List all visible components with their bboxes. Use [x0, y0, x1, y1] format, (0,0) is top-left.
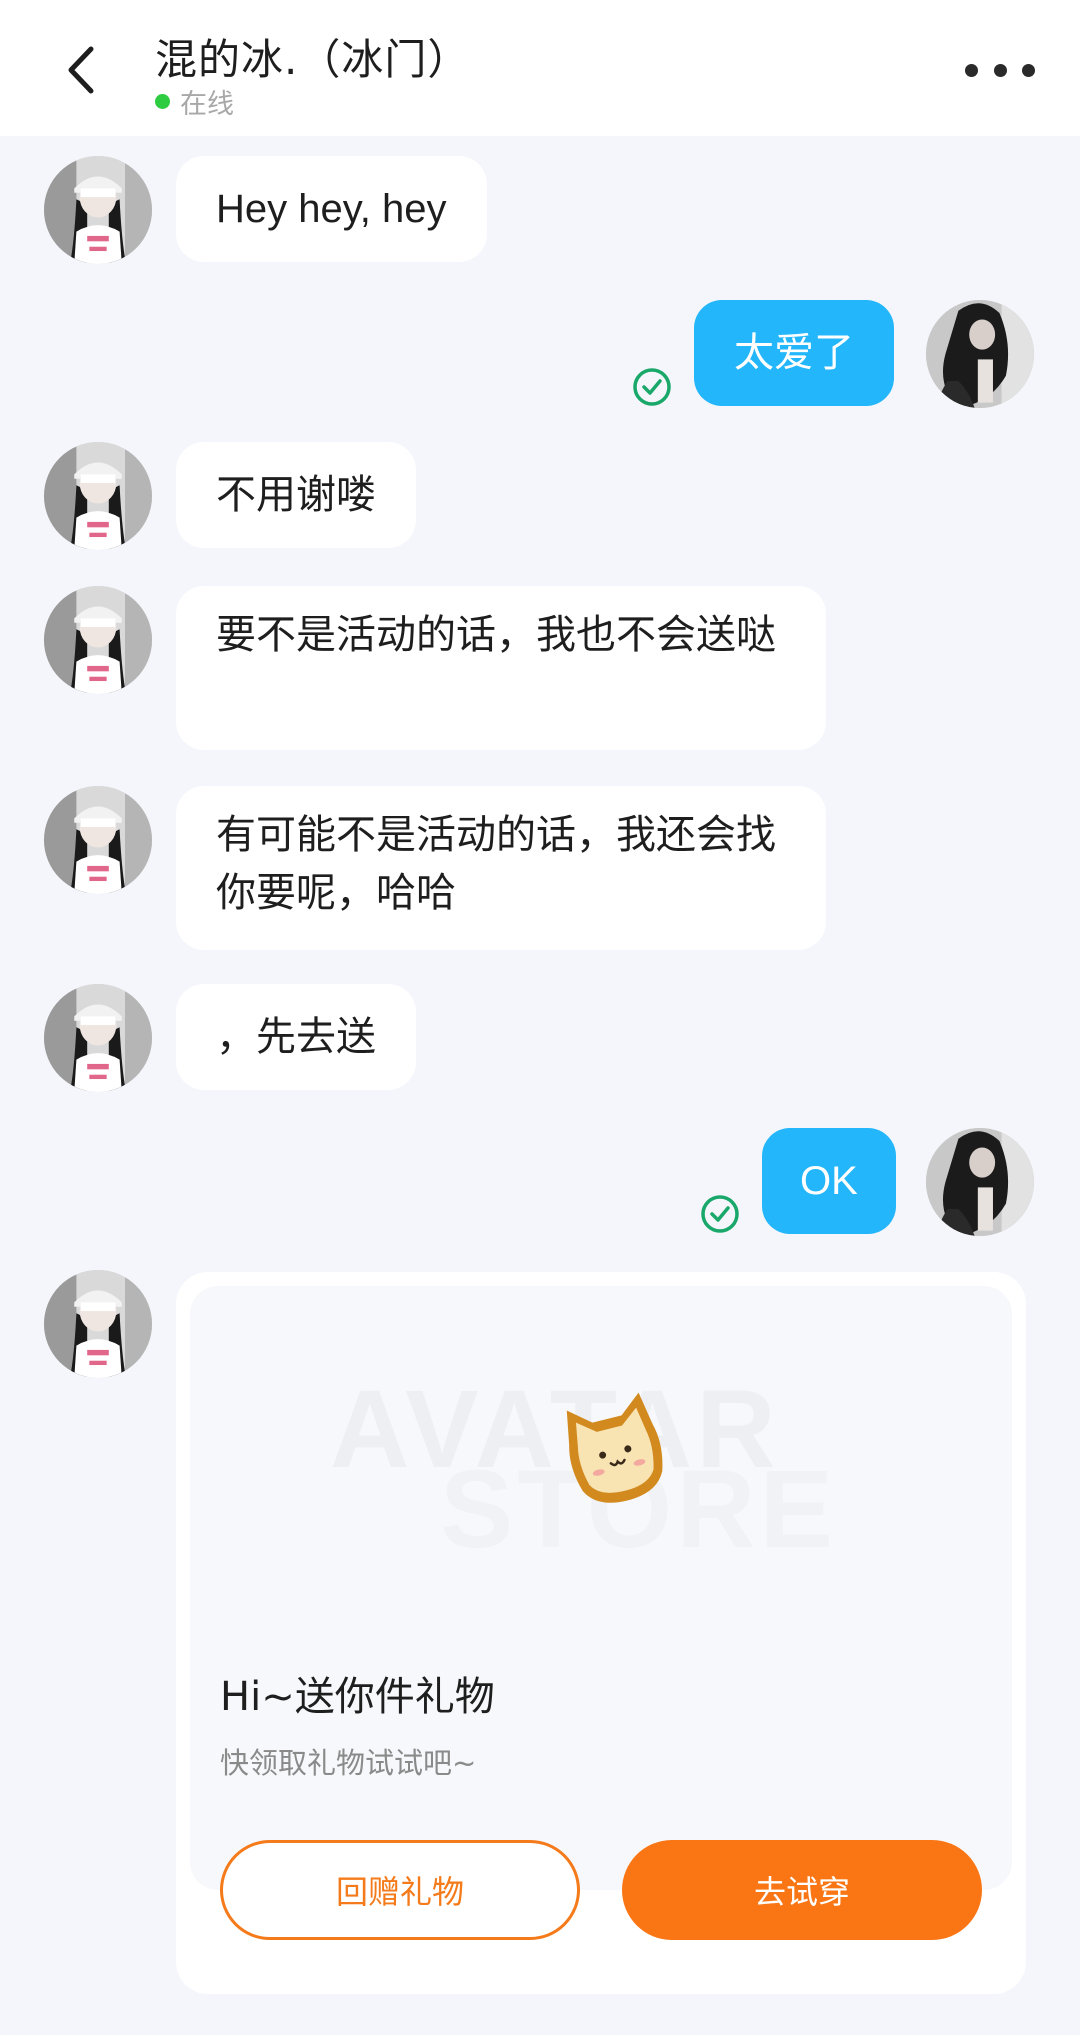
online-status-label: 在线 [180, 88, 234, 120]
gift-subtitle: 快领取礼物试试吧~ [220, 1746, 477, 1780]
message-bubble-received[interactable]: Hey hey, hey [176, 156, 487, 262]
more-options-button[interactable] [965, 50, 1035, 90]
contact-avatar-image [44, 586, 152, 694]
message-text: 要不是活动的话，我也不会送哒 [216, 612, 776, 658]
return-gift-button[interactable]: 回赠礼物 [220, 1840, 580, 1940]
back-button[interactable] [50, 40, 110, 100]
contact-avatar-image [44, 984, 152, 1092]
gift-card[interactable]: AVATAR STORE Hi~送你件礼物 快领取礼物试试吧~ 回赠礼物 去试穿 [176, 1272, 1026, 1994]
contact-avatar[interactable] [44, 786, 152, 894]
contact-avatar[interactable] [44, 984, 152, 1092]
contact-avatar-image [44, 156, 152, 264]
message-bubble-received[interactable]: 有可能不是活动的话，我还会找你要呢，哈哈 [176, 786, 826, 950]
message-text: Hey hey, hey [216, 187, 447, 231]
message-bubble-sent[interactable]: OK [762, 1128, 896, 1234]
message-text: ，先去送 [216, 1014, 376, 1060]
chevron-left-icon [68, 46, 94, 94]
contact-avatar[interactable] [44, 442, 152, 550]
message-text: 不用谢喽 [216, 472, 376, 518]
more-dot-icon [965, 63, 978, 77]
more-dot-icon [1022, 63, 1035, 77]
my-avatar[interactable] [926, 300, 1034, 408]
my-avatar[interactable] [926, 1128, 1034, 1236]
gift-banner: AVATAR STORE [190, 1286, 1012, 1890]
message-text: 有可能不是活动的话，我还会找你要呢，哈哈 [216, 812, 776, 916]
message-bubble-sent[interactable]: 太爱了 [694, 300, 894, 406]
read-check-icon [633, 368, 671, 406]
contact-avatar[interactable] [44, 1270, 152, 1378]
my-avatar-image [926, 300, 1034, 408]
message-bubble-received[interactable]: 要不是活动的话，我也不会送哒 [176, 586, 826, 750]
contact-avatar[interactable] [44, 586, 152, 694]
bread-cat-icon [566, 1392, 663, 1503]
more-dot-icon [993, 63, 1007, 77]
read-check-icon [701, 1195, 739, 1233]
message-bubble-received[interactable]: ，先去送 [176, 984, 416, 1090]
chat-header: 混的冰.（冰门） 在线 [0, 0, 1080, 136]
contact-avatar-image [44, 786, 152, 894]
chat-title: 混的冰.（冰门） [155, 35, 471, 84]
my-avatar-image [926, 1128, 1034, 1236]
contact-avatar-image [44, 442, 152, 550]
message-bubble-received[interactable]: 不用谢喽 [176, 442, 416, 548]
contact-avatar[interactable] [44, 156, 152, 264]
contact-avatar-image [44, 1270, 152, 1378]
online-status: 在线 [155, 84, 234, 120]
message-text: OK [800, 1159, 858, 1203]
message-text: 太爱了 [734, 330, 854, 376]
online-dot-icon [155, 93, 170, 109]
try-on-button[interactable]: 去试穿 [622, 1840, 982, 1940]
gift-title: Hi~送你件礼物 [220, 1674, 495, 1720]
